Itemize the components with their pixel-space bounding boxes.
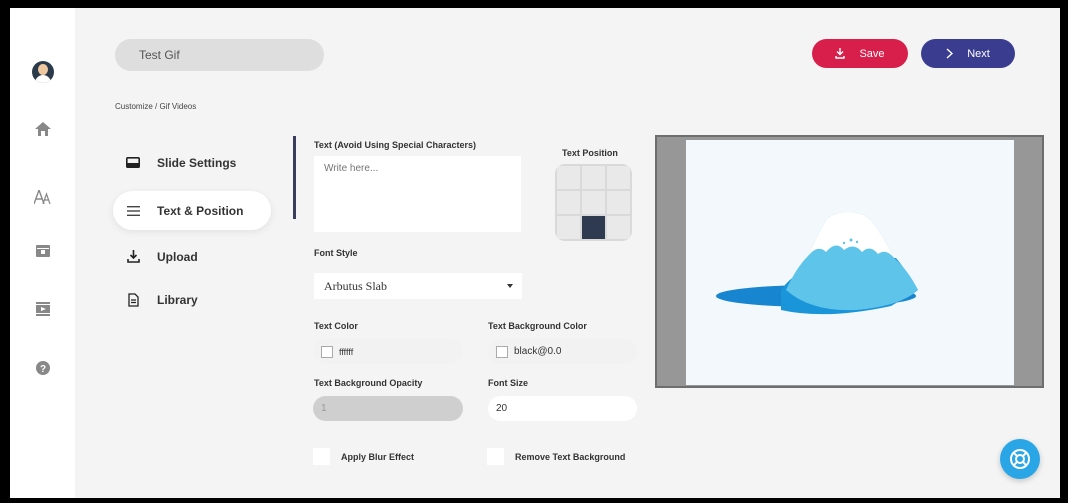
nav-label: Slide Settings	[157, 155, 237, 170]
text-label: Text (Avoid Using Special Characters)	[314, 140, 477, 150]
color-swatch[interactable]	[321, 345, 333, 358]
main-area: Test Gif Save Next Customize / Gif Video…	[75, 8, 1060, 498]
font-style-label: Font Style	[314, 248, 358, 258]
next-label: Next	[967, 47, 990, 60]
nav-label: Upload	[157, 249, 198, 264]
nav-label: Text & Position	[157, 203, 244, 218]
font-style-select[interactable]: Arbutus Slab	[314, 273, 522, 299]
text-bg-color-field[interactable]: black@0.0	[488, 339, 637, 364]
svg-text:?: ?	[40, 364, 46, 375]
lifebuoy-icon	[1010, 449, 1030, 469]
position-cell-selected[interactable]	[582, 216, 605, 239]
download-icon	[835, 48, 846, 59]
chevron-down-icon	[507, 284, 513, 288]
active-section-indicator	[293, 136, 296, 219]
upload-icon	[126, 250, 140, 263]
text-position-grid	[555, 164, 632, 241]
nav-library[interactable]: Library	[113, 280, 271, 319]
text-input[interactable]	[314, 156, 521, 232]
nav-text-position[interactable]: Text & Position	[113, 191, 271, 230]
menu-icon	[126, 205, 140, 216]
project-name-input[interactable]: Test Gif	[115, 39, 324, 71]
help-icon[interactable]: ?	[30, 355, 56, 381]
font-size-label: Font Size	[488, 378, 528, 388]
library-icon	[126, 292, 140, 307]
next-button[interactable]: Next	[921, 39, 1015, 68]
chevron-right-icon	[946, 48, 954, 59]
position-cell[interactable]	[557, 216, 580, 239]
app-frame: ? Test Gif Save Next Customize / Gif Vid…	[10, 8, 1060, 498]
remove-bg-label: Remove Text Background	[515, 452, 626, 462]
font-size-field[interactable]: 20	[488, 396, 637, 421]
save-label: Save	[859, 47, 885, 60]
remove-bg-checkbox[interactable]	[487, 448, 504, 465]
breadcrumb: Customize / Gif Videos	[115, 102, 197, 111]
nav-label: Library	[157, 292, 198, 307]
position-cell[interactable]	[607, 191, 630, 214]
position-cell[interactable]	[582, 191, 605, 214]
text-bg-opacity-label: Text Background Opacity	[314, 378, 423, 388]
nav-upload[interactable]: Upload	[113, 237, 271, 276]
position-cell[interactable]	[557, 191, 580, 214]
blur-label: Apply Blur Effect	[341, 452, 415, 462]
preview-canvas	[686, 140, 1014, 385]
blur-checkbox[interactable]	[313, 448, 330, 465]
text-bg-opacity-value: 1	[321, 403, 327, 414]
font-size-value: 20	[496, 403, 508, 414]
position-cell[interactable]	[607, 166, 630, 189]
gift-icon[interactable]	[30, 238, 56, 264]
home-icon[interactable]	[30, 116, 56, 142]
icon-rail: ?	[10, 8, 75, 498]
text-color-label: Text Color	[314, 321, 358, 331]
preview-frame	[655, 135, 1044, 388]
position-cell[interactable]	[582, 166, 605, 189]
slide-icon	[126, 157, 140, 168]
text-color-field[interactable]: ffffff	[313, 339, 463, 364]
text-bg-color-label: Text Background Color	[488, 321, 587, 331]
text-position-label: Text Position	[562, 148, 618, 158]
text-bg-color-value: black@0.0	[514, 346, 562, 357]
text-icon[interactable]	[30, 184, 56, 210]
avatar[interactable]	[32, 61, 54, 83]
support-lifebuoy-button[interactable]	[1000, 439, 1040, 479]
position-cell[interactable]	[607, 216, 630, 239]
video-icon[interactable]	[30, 296, 56, 322]
nav-slide-settings[interactable]: Slide Settings	[113, 143, 271, 182]
font-style-value: Arbutus Slab	[324, 279, 387, 293]
text-color-value: ffffff	[339, 346, 354, 357]
position-cell[interactable]	[557, 166, 580, 189]
text-bg-opacity-field[interactable]: 1	[313, 396, 463, 421]
color-swatch[interactable]	[496, 345, 508, 358]
mountain-illustration	[716, 212, 918, 315]
save-button[interactable]: Save	[812, 39, 908, 68]
